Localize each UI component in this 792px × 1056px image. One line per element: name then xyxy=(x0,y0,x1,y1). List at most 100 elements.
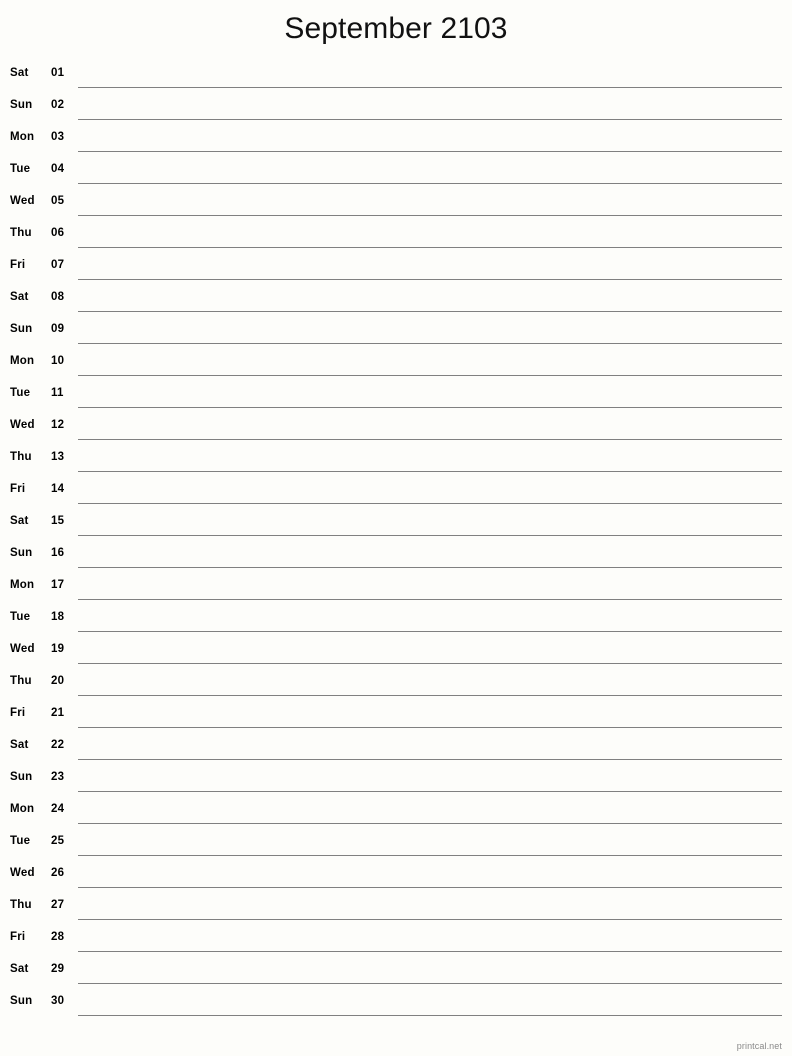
day-weekday-label: Tue xyxy=(10,835,31,847)
day-note-line[interactable] xyxy=(78,215,782,216)
day-note-line[interactable] xyxy=(78,599,782,600)
day-weekday-label: Fri xyxy=(10,259,26,271)
day-weekday-label: Thu xyxy=(10,675,32,687)
day-weekday-label: Mon xyxy=(10,355,35,367)
day-row: Fri 21 xyxy=(0,700,792,732)
day-number-label: 07 xyxy=(51,259,65,271)
day-weekday-label: Sat xyxy=(10,515,29,527)
day-weekday-label: Mon xyxy=(10,131,35,143)
day-row: Thu 13 xyxy=(0,444,792,476)
day-number-label: 15 xyxy=(51,515,65,527)
day-note-line[interactable] xyxy=(78,695,782,696)
day-note-line[interactable] xyxy=(78,1015,782,1016)
day-note-line[interactable] xyxy=(78,855,782,856)
day-note-line[interactable] xyxy=(78,439,782,440)
day-weekday-label: Mon xyxy=(10,803,35,815)
day-number-label: 08 xyxy=(51,291,65,303)
day-number-label: 02 xyxy=(51,99,65,111)
day-number-label: 22 xyxy=(51,739,65,751)
day-number-label: 13 xyxy=(51,451,65,463)
day-note-line[interactable] xyxy=(78,119,782,120)
day-row: Tue 25 xyxy=(0,828,792,860)
day-note-line[interactable] xyxy=(78,759,782,760)
day-note-line[interactable] xyxy=(78,823,782,824)
day-number-label: 23 xyxy=(51,771,65,783)
day-note-line[interactable] xyxy=(78,471,782,472)
day-note-line[interactable] xyxy=(78,919,782,920)
day-note-line[interactable] xyxy=(78,791,782,792)
day-weekday-label: Wed xyxy=(10,643,35,655)
day-weekday-label: Sat xyxy=(10,291,29,303)
day-row: Sat 01 xyxy=(0,60,792,92)
day-note-line[interactable] xyxy=(78,727,782,728)
day-row: Fri 28 xyxy=(0,924,792,956)
day-number-label: 21 xyxy=(51,707,65,719)
day-row: Wed 12 xyxy=(0,412,792,444)
day-weekday-label: Tue xyxy=(10,387,31,399)
day-note-line[interactable] xyxy=(78,887,782,888)
page-title: September 2103 xyxy=(284,12,508,45)
day-row: Thu 27 xyxy=(0,892,792,924)
day-note-line[interactable] xyxy=(78,151,782,152)
day-row: Wed 05 xyxy=(0,188,792,220)
footer-site-label: printcal.net xyxy=(736,1041,782,1051)
day-note-line[interactable] xyxy=(78,407,782,408)
day-number-label: 03 xyxy=(51,131,65,143)
day-number-label: 09 xyxy=(51,323,65,335)
day-note-line[interactable] xyxy=(78,951,782,952)
day-note-line[interactable] xyxy=(78,535,782,536)
day-note-line[interactable] xyxy=(78,375,782,376)
day-row: Sun 30 xyxy=(0,988,792,1020)
day-row: Fri 14 xyxy=(0,476,792,508)
day-row: Sun 02 xyxy=(0,92,792,124)
day-row: Fri 07 xyxy=(0,252,792,284)
day-weekday-label: Fri xyxy=(10,931,26,943)
day-weekday-label: Wed xyxy=(10,419,35,431)
day-weekday-label: Sun xyxy=(10,995,33,1007)
day-row: Tue 18 xyxy=(0,604,792,636)
day-number-label: 05 xyxy=(51,195,65,207)
day-note-line[interactable] xyxy=(78,311,782,312)
day-number-label: 10 xyxy=(51,355,65,367)
day-row: Mon 10 xyxy=(0,348,792,380)
day-number-label: 04 xyxy=(51,163,65,175)
day-note-line[interactable] xyxy=(78,631,782,632)
day-note-line[interactable] xyxy=(78,663,782,664)
day-number-label: 27 xyxy=(51,899,65,911)
day-row: Wed 19 xyxy=(0,636,792,668)
day-number-label: 12 xyxy=(51,419,65,431)
day-note-line[interactable] xyxy=(78,279,782,280)
day-weekday-label: Sun xyxy=(10,323,33,335)
day-row: Sat 08 xyxy=(0,284,792,316)
day-row: Wed 26 xyxy=(0,860,792,892)
day-note-line[interactable] xyxy=(78,247,782,248)
day-weekday-label: Sat xyxy=(10,67,29,79)
day-row: Sat 15 xyxy=(0,508,792,540)
day-number-label: 25 xyxy=(51,835,65,847)
day-weekday-label: Tue xyxy=(10,611,31,623)
day-row: Sat 29 xyxy=(0,956,792,988)
day-row: Thu 20 xyxy=(0,668,792,700)
day-number-label: 30 xyxy=(51,995,65,1007)
day-note-line[interactable] xyxy=(78,503,782,504)
calendar-page: September 2103 Sat 01 Sun 02 Mon 03 Tue 04 Wed 05… xyxy=(0,0,792,1056)
day-row-list: Sat 01 Sun 02 Mon 03 Tue 04 Wed 05 Thu 06 Fri 07 Sat 08… xyxy=(0,60,792,1020)
day-note-line[interactable] xyxy=(78,183,782,184)
day-weekday-label: Fri xyxy=(10,483,26,495)
day-weekday-label: Tue xyxy=(10,163,31,175)
day-row: Sun 09 xyxy=(0,316,792,348)
day-weekday-label: Sat xyxy=(10,739,29,751)
day-note-line[interactable] xyxy=(78,983,782,984)
day-row: Thu 06 xyxy=(0,220,792,252)
day-weekday-label: Wed xyxy=(10,195,35,207)
day-weekday-label: Sun xyxy=(10,99,33,111)
day-number-label: 16 xyxy=(51,547,65,559)
day-weekday-label: Sun xyxy=(10,547,33,559)
day-note-line[interactable] xyxy=(78,567,782,568)
day-number-label: 29 xyxy=(51,963,65,975)
day-number-label: 11 xyxy=(51,387,64,399)
day-row: Sat 22 xyxy=(0,732,792,764)
day-note-line[interactable] xyxy=(78,343,782,344)
day-number-label: 18 xyxy=(51,611,65,623)
day-note-line[interactable] xyxy=(78,87,782,88)
